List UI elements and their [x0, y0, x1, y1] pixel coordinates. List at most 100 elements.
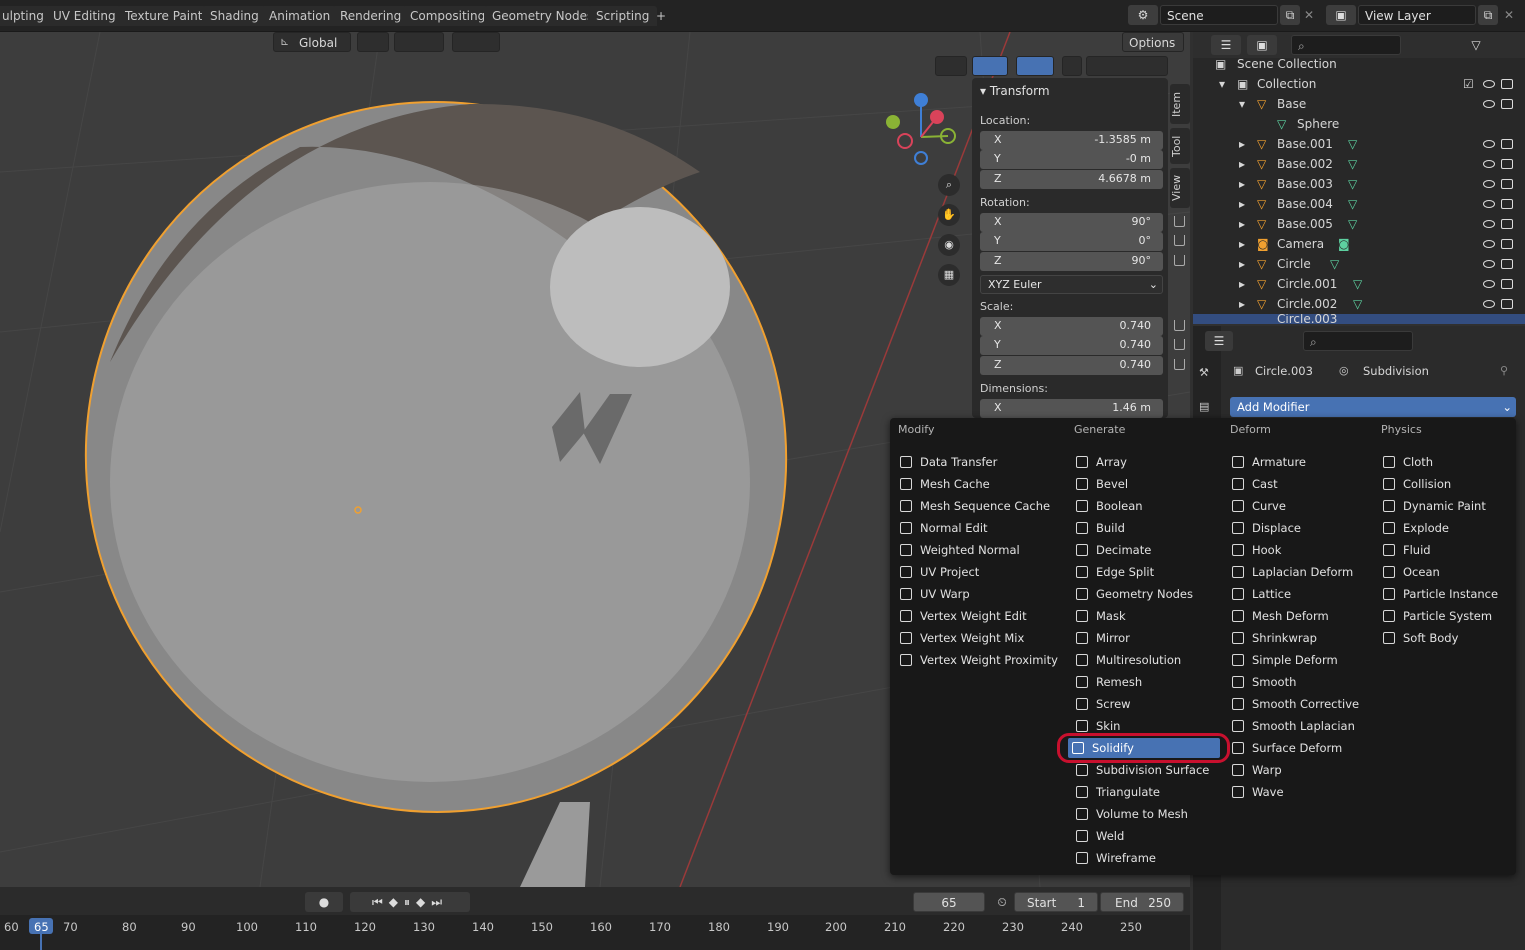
outliner-row-circle-001[interactable]: ▸ ▽ Circle.001 ▽: [1193, 274, 1525, 294]
menu-item-particle-instance[interactable]: Particle Instance: [1379, 584, 1498, 604]
menu-item-lattice[interactable]: Lattice: [1228, 584, 1291, 604]
menu-item-soft-body[interactable]: Soft Body: [1379, 628, 1458, 648]
menu-item-cast[interactable]: Cast: [1228, 474, 1278, 494]
close-view-layer-icon[interactable]: ✕: [1500, 5, 1518, 25]
menu-item-decimate[interactable]: Decimate: [1072, 540, 1151, 560]
location-x-field[interactable]: X -1.3585 m: [980, 131, 1185, 150]
tab-scripting[interactable]: Scripting: [588, 6, 658, 26]
menu-item-surface-deform[interactable]: Surface Deform: [1228, 738, 1342, 758]
menu-item-uv-project[interactable]: UV Project: [896, 562, 979, 582]
outliner-row-base-001[interactable]: ▸ ▽ Base.001 ▽: [1193, 134, 1525, 154]
outliner-row-base[interactable]: ▾ ▽ Base: [1193, 94, 1525, 114]
menu-item-laplacian-deform[interactable]: Laplacian Deform: [1228, 562, 1353, 582]
view-layer-icon[interactable]: ▣: [1326, 5, 1356, 25]
tab-view[interactable]: View: [1170, 168, 1190, 208]
menu-item-smooth-laplacian[interactable]: Smooth Laplacian: [1228, 716, 1355, 736]
menu-item-uv-warp[interactable]: UV Warp: [896, 584, 970, 604]
menu-item-triangulate[interactable]: Triangulate: [1072, 782, 1160, 802]
new-view-layer-icon[interactable]: ⧉: [1478, 5, 1498, 25]
tab-texture-paint[interactable]: Texture Paint: [117, 6, 211, 26]
tab-tool[interactable]: Tool: [1170, 128, 1190, 164]
menu-item-volume-to-mesh[interactable]: Volume to Mesh: [1072, 804, 1188, 824]
menu-item-dynamic-paint[interactable]: Dynamic Paint: [1379, 496, 1486, 516]
menu-item-explode[interactable]: Explode: [1379, 518, 1449, 538]
outliner-row-collection[interactable]: ▾ ▣ Collection ☑: [1193, 74, 1525, 94]
shading-mode-icon[interactable]: [1086, 56, 1168, 76]
menu-item-fluid[interactable]: Fluid: [1379, 540, 1431, 560]
add-modifier-button[interactable]: Add Modifier ⌄: [1230, 397, 1516, 417]
outliner-row-circle[interactable]: ▸ ▽ Circle ▽: [1193, 254, 1525, 274]
rotation-mode-dropdown[interactable]: XYZ Euler ⌄: [980, 275, 1163, 294]
outliner-row-base-003[interactable]: ▸ ▽ Base.003 ▽: [1193, 174, 1525, 194]
tab-shading[interactable]: Shading: [202, 6, 267, 26]
location-z-field[interactable]: Z 4.6678 m: [980, 170, 1185, 189]
current-frame-field[interactable]: 65: [913, 892, 985, 912]
rotation-y-field[interactable]: Y 0°: [980, 232, 1185, 251]
navigation-gizmo[interactable]: [886, 93, 956, 165]
menu-item-screw[interactable]: Screw: [1072, 694, 1131, 714]
display-mode-icon[interactable]: ▣: [1247, 35, 1277, 55]
editor-type-icon[interactable]: ☰: [1211, 35, 1241, 55]
tab-compositing[interactable]: Compositing: [402, 6, 494, 26]
menu-item-bevel[interactable]: Bevel: [1072, 474, 1128, 494]
outliner-row-circle-002[interactable]: ▸ ▽ Circle.002 ▽: [1193, 294, 1525, 314]
menu-item-shrinkwrap[interactable]: Shrinkwrap: [1228, 628, 1317, 648]
menu-item-wave[interactable]: Wave: [1228, 782, 1284, 802]
transform-orientation-dropdown[interactable]: ⊾ Global: [273, 32, 351, 52]
transform-header[interactable]: ▾ Transform: [980, 84, 1050, 98]
menu-item-cloth[interactable]: Cloth: [1379, 452, 1433, 472]
proportional-edit-icon[interactable]: [452, 32, 500, 52]
tab-uv-editing[interactable]: UV Editing: [45, 6, 124, 26]
scale-y-field[interactable]: Y 0.740: [980, 336, 1185, 355]
zoom-icon[interactable]: ⌕: [938, 174, 960, 196]
location-y-field[interactable]: Y -0 m: [980, 150, 1185, 169]
menu-item-ocean[interactable]: Ocean: [1379, 562, 1440, 582]
menu-item-weighted-normal[interactable]: Weighted Normal: [896, 540, 1020, 560]
scene-selector-icon[interactable]: ⚙: [1128, 5, 1158, 25]
menu-item-mesh-sequence-cache[interactable]: Mesh Sequence Cache: [896, 496, 1050, 516]
view-layer-field[interactable]: View Layer: [1358, 5, 1476, 25]
tab-rendering[interactable]: Rendering: [332, 6, 410, 26]
menu-item-simple-deform[interactable]: Simple Deform: [1228, 650, 1338, 670]
outliner-search-input[interactable]: ⌕: [1291, 35, 1401, 55]
menu-item-curve[interactable]: Curve: [1228, 496, 1286, 516]
menu-item-boolean[interactable]: Boolean: [1072, 496, 1143, 516]
menu-item-mask[interactable]: Mask: [1072, 606, 1126, 626]
overlay-toggle-icon[interactable]: [1016, 56, 1054, 76]
scene-name-field[interactable]: Scene: [1160, 5, 1278, 25]
menu-item-mesh-cache[interactable]: Mesh Cache: [896, 474, 990, 494]
menu-item-array[interactable]: Array: [1072, 452, 1127, 472]
menu-item-data-transfer[interactable]: Data Transfer: [896, 452, 997, 472]
menu-item-vertex-weight-mix[interactable]: Vertex Weight Mix: [896, 628, 1024, 648]
menu-item-vertex-weight-edit[interactable]: Vertex Weight Edit: [896, 606, 1027, 626]
editor-type-icon[interactable]: ☰: [1205, 331, 1233, 351]
menu-item-weld[interactable]: Weld: [1072, 826, 1124, 846]
pivot-icon[interactable]: [357, 32, 389, 52]
start-frame-field[interactable]: Start 1: [1014, 892, 1098, 912]
outliner-row-scene-collection[interactable]: ▣ Scene Collection: [1193, 54, 1525, 74]
dimensions-x-field[interactable]: X 1.46 m: [980, 399, 1163, 418]
scale-z-field[interactable]: Z 0.740: [980, 356, 1185, 375]
filter-icon[interactable]: ▽: [1461, 35, 1491, 55]
add-workspace-icon[interactable]: +: [648, 6, 674, 26]
menu-item-armature[interactable]: Armature: [1228, 452, 1306, 472]
outliner-row-base-002[interactable]: ▸ ▽ Base.002 ▽: [1193, 154, 1525, 174]
menu-item-displace[interactable]: Displace: [1228, 518, 1301, 538]
rotation-z-field[interactable]: Z 90°: [980, 252, 1185, 271]
tab-item[interactable]: Item: [1170, 84, 1190, 124]
render-tab-icon[interactable]: ▤: [1199, 400, 1209, 413]
new-scene-icon[interactable]: ⧉: [1280, 5, 1300, 25]
menu-item-vertex-weight-proximity[interactable]: Vertex Weight Proximity: [896, 650, 1058, 670]
menu-item-wireframe[interactable]: Wireframe: [1072, 848, 1156, 868]
xray-icon[interactable]: [1062, 56, 1082, 76]
menu-item-build[interactable]: Build: [1072, 518, 1125, 538]
tool-tab-icon[interactable]: ⚒: [1199, 366, 1209, 379]
menu-item-remesh[interactable]: Remesh: [1072, 672, 1142, 692]
rotation-x-field[interactable]: X 90°: [980, 213, 1185, 232]
pan-hand-icon[interactable]: ✋: [938, 204, 960, 226]
menu-item-collision[interactable]: Collision: [1379, 474, 1451, 494]
camera-view-icon[interactable]: ◉: [938, 234, 960, 256]
menu-item-mesh-deform[interactable]: Mesh Deform: [1228, 606, 1329, 626]
menu-item-warp[interactable]: Warp: [1228, 760, 1282, 780]
outliner-row-base-004[interactable]: ▸ ▽ Base.004 ▽: [1193, 194, 1525, 214]
